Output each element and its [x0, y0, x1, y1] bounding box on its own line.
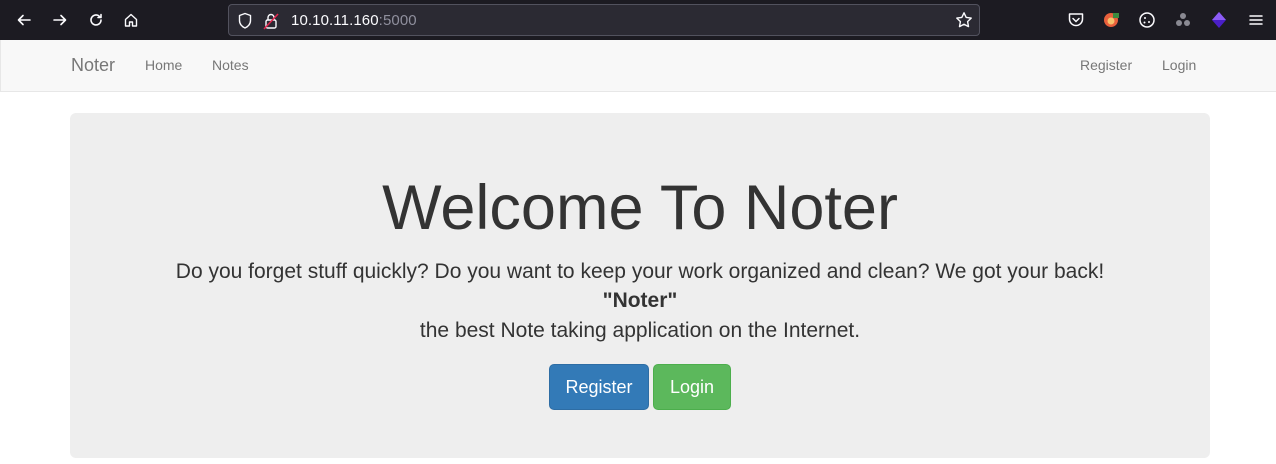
- home-icon[interactable]: [119, 8, 143, 32]
- navbar-brand[interactable]: Noter: [71, 55, 115, 76]
- url-port: :5000: [378, 12, 417, 29]
- insecure-lock-icon[interactable]: [263, 12, 279, 30]
- wappalyzer-icon[interactable]: [1209, 10, 1229, 30]
- nav-link-login[interactable]: Login: [1162, 57, 1196, 73]
- shield-icon[interactable]: [237, 12, 253, 30]
- site-navbar: Noter Home Notes Register Login: [0, 40, 1276, 92]
- nav-link-home[interactable]: Home: [145, 57, 182, 73]
- login-button[interactable]: Login: [653, 364, 731, 410]
- hero-subtitle: the best Note taking application on the …: [419, 319, 861, 342]
- register-button[interactable]: Register: [549, 364, 649, 410]
- hero-tagline: Do you forget stuff quickly? Do you want…: [175, 260, 1105, 283]
- back-arrow-icon[interactable]: [12, 8, 36, 32]
- foxyproxy-icon[interactable]: [1101, 10, 1121, 30]
- url-host: 10.10.11.160: [291, 12, 379, 29]
- url-bar[interactable]: 10.10.11.160:5000: [228, 4, 980, 36]
- nav-link-notes[interactable]: Notes: [212, 57, 249, 73]
- reload-icon[interactable]: [84, 8, 108, 32]
- nav-link-register[interactable]: Register: [1080, 57, 1132, 73]
- hero-app-name: "Noter": [602, 289, 678, 312]
- extension-icon[interactable]: [1173, 10, 1193, 30]
- bookmark-star-icon[interactable]: [955, 11, 973, 29]
- hero-jumbotron: Welcome To Noter Do you forget stuff qui…: [70, 113, 1210, 458]
- menu-icon[interactable]: [1246, 10, 1266, 30]
- url-text[interactable]: 10.10.11.160:5000: [291, 12, 417, 29]
- browser-toolbar: 10.10.11.160:5000: [0, 0, 1276, 40]
- pocket-icon[interactable]: [1066, 10, 1086, 30]
- hero-title: Welcome To Noter: [382, 173, 898, 243]
- forward-arrow-icon[interactable]: [48, 8, 72, 32]
- cookie-icon[interactable]: [1137, 10, 1157, 30]
